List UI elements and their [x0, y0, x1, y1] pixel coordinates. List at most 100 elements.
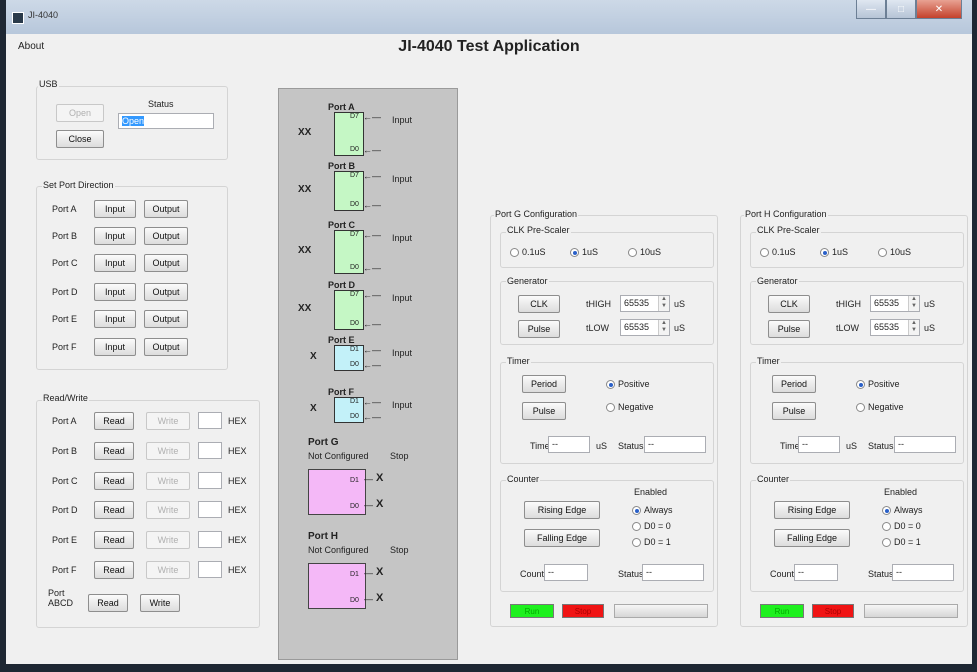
port-pin-lo: D0	[350, 320, 359, 327]
rw-write-button[interactable]: Write	[146, 501, 190, 519]
app-icon	[12, 12, 24, 24]
generator-pulse-button[interactable]: Pulse	[518, 320, 560, 338]
spinner-arrows-icon[interactable]: ▲ ▼	[658, 296, 669, 311]
port-pin-hi: D7	[350, 113, 359, 120]
run-indicator[interactable]: Run	[510, 604, 554, 618]
direction-output-button[interactable]: Output	[144, 227, 188, 245]
prescaler-radio[interactable]	[878, 248, 887, 257]
counter-rising-button[interactable]: Rising Edge	[524, 501, 600, 519]
arrow-in-icon: ←—	[363, 319, 381, 329]
rw-read-button[interactable]: Read	[94, 412, 134, 430]
rw-hex-field[interactable]	[198, 472, 222, 489]
prescaler-radio[interactable]	[820, 248, 829, 257]
counter-status-field[interactable]: --	[642, 564, 704, 581]
rw-write-button[interactable]: Write	[146, 412, 190, 430]
counter-d0-1-radio[interactable]	[632, 538, 641, 547]
close-icon[interactable]: ✕	[916, 0, 962, 19]
rw-write-button[interactable]: Write	[146, 531, 190, 549]
spinner-arrows-icon[interactable]: ▲ ▼	[908, 296, 919, 311]
direction-input-button[interactable]: Input	[94, 310, 136, 328]
direction-input-button[interactable]: Input	[94, 338, 136, 356]
abcd-write-button[interactable]: Write	[140, 594, 180, 612]
tlow-spinner[interactable]: 65535 ▲ ▼	[870, 319, 920, 336]
timer-period-button[interactable]: Period	[522, 375, 566, 393]
thigh-spinner[interactable]: 65535 ▲ ▼	[870, 295, 920, 312]
port-diagram-value: XX	[298, 184, 312, 195]
config-title: Port G Configuration	[494, 209, 579, 219]
run-indicator[interactable]: Run	[760, 604, 804, 618]
timer-positive-radio[interactable]	[606, 380, 615, 389]
timer-time-field[interactable]: --	[548, 436, 590, 453]
direction-input-button[interactable]: Input	[94, 283, 136, 301]
generator-clk-button[interactable]: CLK	[768, 295, 810, 313]
rw-read-button[interactable]: Read	[94, 531, 134, 549]
counter-falling-button[interactable]: Falling Edge	[524, 529, 600, 547]
abcd-read-button[interactable]: Read	[88, 594, 128, 612]
direction-input-button[interactable]: Input	[94, 200, 136, 218]
direction-output-button[interactable]: Output	[144, 254, 188, 272]
counter-falling-button[interactable]: Falling Edge	[774, 529, 850, 547]
usb-open-button[interactable]: Open	[56, 104, 104, 122]
timer-time-label: Time	[780, 441, 800, 451]
direction-output-button[interactable]: Output	[144, 283, 188, 301]
timer-pulse-button[interactable]: Pulse	[772, 402, 816, 420]
spinner-arrows-icon[interactable]: ▲ ▼	[908, 320, 919, 335]
direction-input-button[interactable]: Input	[94, 254, 136, 272]
usb-status-field[interactable]: Open	[118, 113, 214, 129]
rw-hex-field[interactable]	[198, 561, 222, 578]
timer-period-button[interactable]: Period	[772, 375, 816, 393]
port-diagram-value: XX	[298, 303, 312, 314]
title-bar: JI-4040 — □ ✕	[6, 0, 972, 34]
direction-output-button[interactable]: Output	[144, 338, 188, 356]
direction-output-button[interactable]: Output	[144, 200, 188, 218]
generator-pulse-button[interactable]: Pulse	[768, 320, 810, 338]
rw-hex-field[interactable]	[198, 442, 222, 459]
port-pin-hi: D7	[350, 291, 359, 298]
rw-write-button[interactable]: Write	[146, 561, 190, 579]
counter-status-field[interactable]: --	[892, 564, 954, 581]
timer-time-field[interactable]: --	[798, 436, 840, 453]
rw-read-button[interactable]: Read	[94, 561, 134, 579]
prescaler-radio[interactable]	[628, 248, 637, 257]
counter-count-field[interactable]: --	[794, 564, 838, 581]
spinner-arrows-icon[interactable]: ▲ ▼	[658, 320, 669, 335]
counter-d0-0-radio[interactable]	[632, 522, 641, 531]
minimize-icon[interactable]: —	[856, 0, 886, 19]
rw-read-button[interactable]: Read	[94, 501, 134, 519]
prescaler-radio[interactable]	[570, 248, 579, 257]
generator-title: Generator	[506, 276, 549, 286]
tlow-spinner[interactable]: 65535 ▲ ▼	[620, 319, 670, 336]
counter-d0-1-radio[interactable]	[882, 538, 891, 547]
counter-d0-0-radio[interactable]	[882, 522, 891, 531]
timer-status-field[interactable]: --	[894, 436, 956, 453]
counter-always-radio[interactable]	[882, 506, 891, 515]
rw-read-button[interactable]: Read	[94, 442, 134, 460]
rw-write-button[interactable]: Write	[146, 472, 190, 490]
usb-close-button[interactable]: Close	[56, 130, 104, 148]
arrow-in-icon: ←—	[363, 412, 381, 422]
maximize-icon[interactable]: □	[886, 0, 916, 19]
readwrite-group-title: Read/Write	[42, 393, 89, 403]
timer-negative-radio[interactable]	[856, 403, 865, 412]
generator-clk-button[interactable]: CLK	[518, 295, 560, 313]
thigh-spinner[interactable]: 65535 ▲ ▼	[620, 295, 670, 312]
direction-input-button[interactable]: Input	[94, 227, 136, 245]
timer-negative-radio[interactable]	[606, 403, 615, 412]
stop-indicator[interactable]: Stop	[562, 604, 604, 618]
prescaler-radio[interactable]	[510, 248, 519, 257]
rw-hex-field[interactable]	[198, 531, 222, 548]
counter-always-radio[interactable]	[632, 506, 641, 515]
port-diagram-direction: Input	[392, 174, 413, 184]
stop-indicator[interactable]: Stop	[812, 604, 854, 618]
timer-status-field[interactable]: --	[644, 436, 706, 453]
counter-rising-button[interactable]: Rising Edge	[774, 501, 850, 519]
counter-count-field[interactable]: --	[544, 564, 588, 581]
direction-output-button[interactable]: Output	[144, 310, 188, 328]
timer-positive-radio[interactable]	[856, 380, 865, 389]
rw-hex-field[interactable]	[198, 501, 222, 518]
timer-pulse-button[interactable]: Pulse	[522, 402, 566, 420]
prescaler-radio[interactable]	[760, 248, 769, 257]
rw-read-button[interactable]: Read	[94, 472, 134, 490]
rw-write-button[interactable]: Write	[146, 442, 190, 460]
rw-hex-field[interactable]	[198, 412, 222, 429]
